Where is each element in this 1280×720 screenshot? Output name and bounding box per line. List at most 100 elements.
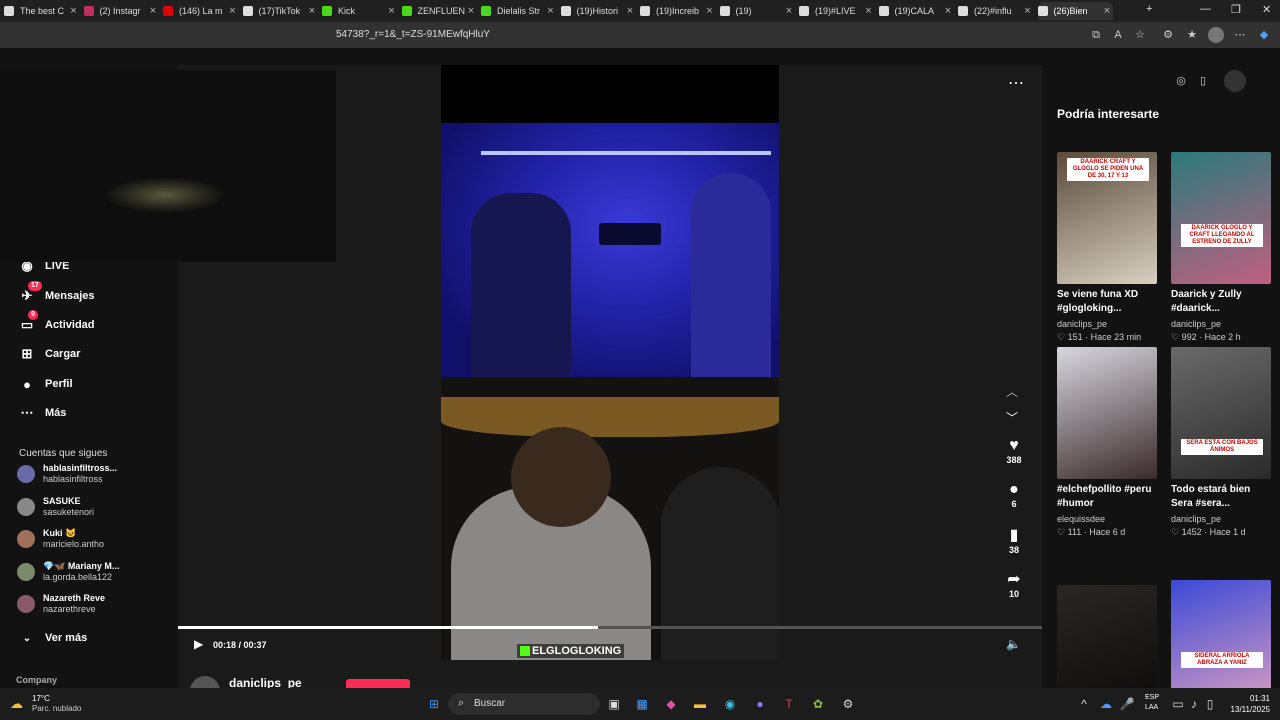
close-window-icon[interactable]: ✕ xyxy=(1262,3,1271,16)
close-tab-icon[interactable]: × xyxy=(465,5,477,17)
browser-tab[interactable]: (17)TikTok × xyxy=(242,2,319,20)
maximize-icon[interactable]: ❐ xyxy=(1231,3,1241,16)
browser-tab[interactable]: (2) Instagr × xyxy=(83,2,160,20)
browser-tab[interactable]: Dielalis Str × xyxy=(481,2,557,20)
browser-tab[interactable]: (19)#LIVE × xyxy=(799,2,875,20)
see-more-following[interactable]: ⌄ Ver más xyxy=(18,627,87,649)
close-tab-icon[interactable]: × xyxy=(147,5,159,17)
video-thumbnail[interactable] xyxy=(1057,585,1157,688)
discord-icon[interactable]: ● xyxy=(752,696,768,712)
comment-icon[interactable]: ● xyxy=(996,481,1032,499)
favorite-star-icon[interactable]: ☆ xyxy=(1132,27,1148,43)
favorites-icon[interactable]: ★ xyxy=(1184,27,1200,43)
card-title[interactable]: Se viene funa XD #glogloking... xyxy=(1057,288,1162,316)
card-author[interactable]: elequissdee xyxy=(1057,513,1162,525)
video-thumbnail[interactable]: DAARICK GLOGLO Y CRAFT LLEGANDO AL ESTRE… xyxy=(1171,152,1271,284)
recommended-video-card[interactable]: #elchefpollito #peru #humor elequissdee ♡ … xyxy=(1057,347,1162,539)
close-tab-icon[interactable]: × xyxy=(624,5,636,17)
more-options-icon[interactable]: ⋯ xyxy=(1008,73,1024,93)
open-app-icon[interactable]: ⧉ xyxy=(1088,27,1104,43)
browser-tab[interactable]: (22)#influ × xyxy=(958,2,1034,20)
close-tab-icon[interactable]: × xyxy=(942,5,954,17)
task-view-icon[interactable]: ▣ xyxy=(606,696,622,712)
bookmark-icon[interactable]: ▮ xyxy=(996,525,1032,545)
video-thumbnail[interactable]: SERA ESTÁ CON BAJOS ÁNIMOS xyxy=(1171,347,1271,479)
browser-menu-icon[interactable]: ⋯ xyxy=(1232,27,1248,43)
battery-icon[interactable]: ▯ xyxy=(1202,696,1218,712)
card-author[interactable]: daniclips_pe xyxy=(1171,318,1276,330)
minimize-icon[interactable]: — xyxy=(1200,3,1211,15)
user-avatar[interactable] xyxy=(1224,70,1246,92)
language-indicator[interactable]: ESP LAA xyxy=(1145,693,1159,713)
sidebar-item-activity[interactable]: ▭ 9 Actividad xyxy=(18,310,95,336)
following-account[interactable]: hablasinfiltross... hablasinfiltross xyxy=(17,460,117,488)
browser-tab[interactable]: (146) La m × xyxy=(163,2,239,20)
recommended-video-card[interactable]: DAARICK CRAFT Y GLOGLO SE PIDEN UNA DE 3… xyxy=(1057,152,1162,344)
video-progress-bar[interactable] xyxy=(178,626,1042,629)
browser-tab[interactable]: (19)Histori × xyxy=(560,2,637,20)
taskbar-search[interactable]: ⌕ Buscar xyxy=(448,693,600,715)
edge-icon[interactable]: ◉ xyxy=(722,696,738,712)
recommended-video-card[interactable]: SIDERAL ARRIOLA ABRAZA A YANIZ xyxy=(1171,580,1276,688)
volume-icon[interactable]: 🔈 xyxy=(1006,637,1021,651)
like-action[interactable]: ♥ 388 xyxy=(996,437,1032,465)
card-author[interactable]: daniclips_pe xyxy=(1171,513,1276,525)
file-explorer-icon[interactable]: ▬ xyxy=(692,696,708,712)
url-field[interactable]: 54738?_r=1&_t=ZS-91MEwfqHluY xyxy=(336,29,490,40)
company-link[interactable]: Company xyxy=(16,675,57,685)
close-tab-icon[interactable]: × xyxy=(227,5,239,17)
following-account[interactable]: Nazareth Reve nazarethreve xyxy=(17,590,105,618)
follow-button[interactable] xyxy=(346,679,410,688)
play-icon[interactable]: ▶ xyxy=(194,637,203,651)
profile-avatar[interactable] xyxy=(1208,27,1224,43)
extensions-icon[interactable]: ⚙ xyxy=(1160,27,1176,43)
chevron-up-icon[interactable]: ^ xyxy=(1076,696,1092,712)
system-clock[interactable]: 01:31 13/11/2025 xyxy=(1228,693,1270,715)
heart-icon[interactable]: ♥ xyxy=(996,437,1032,455)
browser-tab[interactable]: (19)CALA × xyxy=(878,2,955,20)
browser-tab[interactable]: Kick × xyxy=(322,2,398,20)
share-icon[interactable]: ➦ xyxy=(996,569,1032,589)
copilot-taskbar-icon[interactable]: ◆ xyxy=(663,696,679,712)
video-thumbnail[interactable] xyxy=(1057,347,1157,479)
close-tab-icon[interactable]: × xyxy=(1101,5,1113,17)
card-title[interactable]: #elchefpollito #peru #humor xyxy=(1057,483,1162,511)
card-title[interactable]: Daarick y Zully #daarick... xyxy=(1171,288,1276,316)
compass-icon[interactable]: ◎ xyxy=(1170,70,1192,92)
next-video-icon[interactable]: ﹀ xyxy=(1006,409,1018,426)
copilot-icon[interactable]: ◆ xyxy=(1256,27,1272,43)
close-tab-icon[interactable]: × xyxy=(704,5,716,17)
previous-video-icon[interactable]: ︿ xyxy=(1006,383,1018,400)
close-tab-icon[interactable]: × xyxy=(386,5,398,17)
volume-tray-icon[interactable]: ♪ xyxy=(1186,696,1202,712)
store-icon[interactable]: ▦ xyxy=(634,696,650,712)
close-tab-icon[interactable]: × xyxy=(545,5,557,17)
device-icon[interactable]: ▯ xyxy=(1192,70,1214,92)
sidebar-item-messages[interactable]: ✈ 17 Mensajes xyxy=(18,281,95,307)
recommended-video-card[interactable]: DAARICK GLOGLO Y CRAFT LLEGANDO AL ESTRE… xyxy=(1171,152,1276,344)
close-tab-icon[interactable]: × xyxy=(68,5,80,17)
author-avatar[interactable] xyxy=(190,676,220,688)
author-name[interactable]: daniclips_pe xyxy=(229,676,302,688)
close-tab-icon[interactable]: × xyxy=(306,5,318,17)
sidebar-item-upload[interactable]: ⊞ Cargar xyxy=(18,343,81,365)
browser-tab[interactable]: (19)Increib × xyxy=(640,2,716,20)
browser-tab[interactable]: ZENFLUEN × xyxy=(401,2,478,20)
picture-in-picture-window[interactable] xyxy=(0,70,336,262)
close-tab-icon[interactable]: × xyxy=(1022,5,1034,17)
sidebar-item-more[interactable]: ⋯ Más xyxy=(18,402,67,424)
windows-start-icon[interactable]: ⊞ xyxy=(426,696,442,712)
save-action[interactable]: ▮ 38 xyxy=(996,525,1032,555)
video-thumbnail[interactable]: DAARICK CRAFT Y GLOGLO SE PIDEN UNA DE 3… xyxy=(1057,152,1157,284)
close-tab-icon[interactable]: × xyxy=(783,5,795,17)
onedrive-icon[interactable]: ☁ xyxy=(1098,696,1114,712)
following-account[interactable]: 💎🦋 Mariany M... la.gorda.bella122 xyxy=(17,558,119,586)
sidebar-item-profile[interactable]: ● Perfil xyxy=(18,373,72,395)
new-tab-icon[interactable]: + xyxy=(1146,3,1152,15)
browser-tab[interactable]: (26)Bien × xyxy=(1037,2,1113,20)
browser-tab[interactable]: (19) × xyxy=(719,2,796,20)
settings-app-icon[interactable]: ⚙ xyxy=(840,696,856,712)
recommended-video-card[interactable] xyxy=(1057,585,1162,688)
card-author[interactable]: daniclips_pe xyxy=(1057,318,1162,330)
browser-tab[interactable]: The best C × xyxy=(4,2,80,20)
